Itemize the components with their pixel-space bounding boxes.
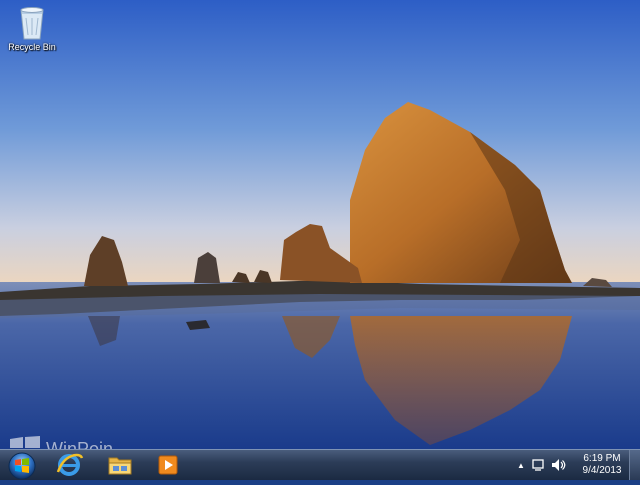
volume-icon[interactable] xyxy=(550,457,566,473)
show-desktop-button[interactable] xyxy=(629,450,640,480)
windows-media-player-icon xyxy=(158,455,178,475)
start-button[interactable] xyxy=(4,451,40,480)
taskbar: ▲ 6:19 PM 9/4/2013 xyxy=(0,449,640,480)
taskbar-windows-explorer[interactable] xyxy=(101,452,139,478)
clock-date: 9/4/2013 xyxy=(582,465,622,476)
action-center-flag-icon[interactable] xyxy=(530,457,546,473)
desktop-icon-recycle-bin[interactable]: Recycle Bin xyxy=(4,4,60,53)
windows-explorer-icon xyxy=(108,457,132,475)
internet-explorer-icon xyxy=(56,453,84,476)
show-hidden-icons-button[interactable]: ▲ xyxy=(514,461,528,470)
taskbar-windows-media-player[interactable] xyxy=(150,452,188,478)
taskbar-internet-explorer[interactable] xyxy=(50,452,88,478)
clock-time: 6:19 PM xyxy=(583,453,621,464)
notification-area: ▲ 6:19 PM 9/4/2013 xyxy=(514,450,626,480)
desktop-wallpaper xyxy=(0,0,640,449)
recycle-bin-icon xyxy=(16,4,48,42)
recycle-bin-label: Recycle Bin xyxy=(8,42,56,52)
windows-orb-icon xyxy=(8,452,36,480)
system-clock[interactable]: 6:19 PM 9/4/2013 xyxy=(578,453,626,477)
